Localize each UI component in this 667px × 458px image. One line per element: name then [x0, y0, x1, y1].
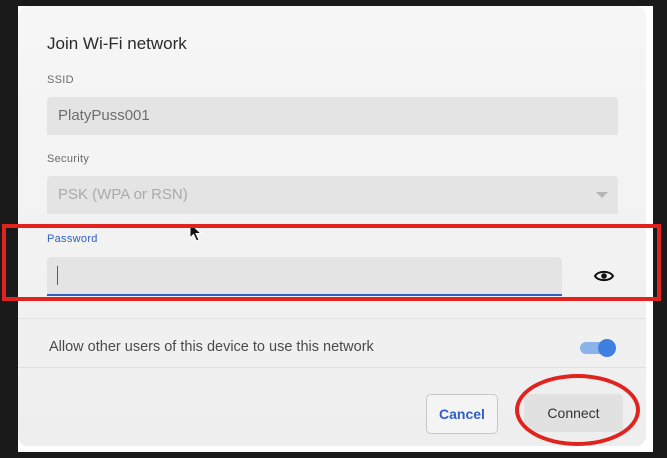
toggle-knob	[598, 339, 616, 357]
ssid-field[interactable]: PlatyPuss001	[47, 97, 618, 135]
dialog-title: Join Wi-Fi network	[47, 34, 187, 53]
divider	[18, 367, 646, 368]
cancel-button[interactable]: Cancel	[426, 394, 498, 434]
ssid-label: SSID	[47, 74, 74, 86]
divider	[18, 318, 646, 319]
allow-others-toggle[interactable]	[580, 339, 616, 357]
security-label: Security	[47, 153, 90, 165]
security-value: PSK (WPA or RSN)	[58, 186, 188, 203]
connect-highlight-annotation	[515, 374, 640, 446]
security-select[interactable]: PSK (WPA or RSN)	[47, 176, 618, 214]
allow-others-label: Allow other users of this device to use …	[49, 339, 374, 355]
ssid-value: PlatyPuss001	[58, 107, 150, 124]
password-highlight-annotation	[2, 224, 661, 301]
screen-bezel-bottom	[0, 452, 667, 458]
chevron-down-icon	[596, 192, 608, 198]
